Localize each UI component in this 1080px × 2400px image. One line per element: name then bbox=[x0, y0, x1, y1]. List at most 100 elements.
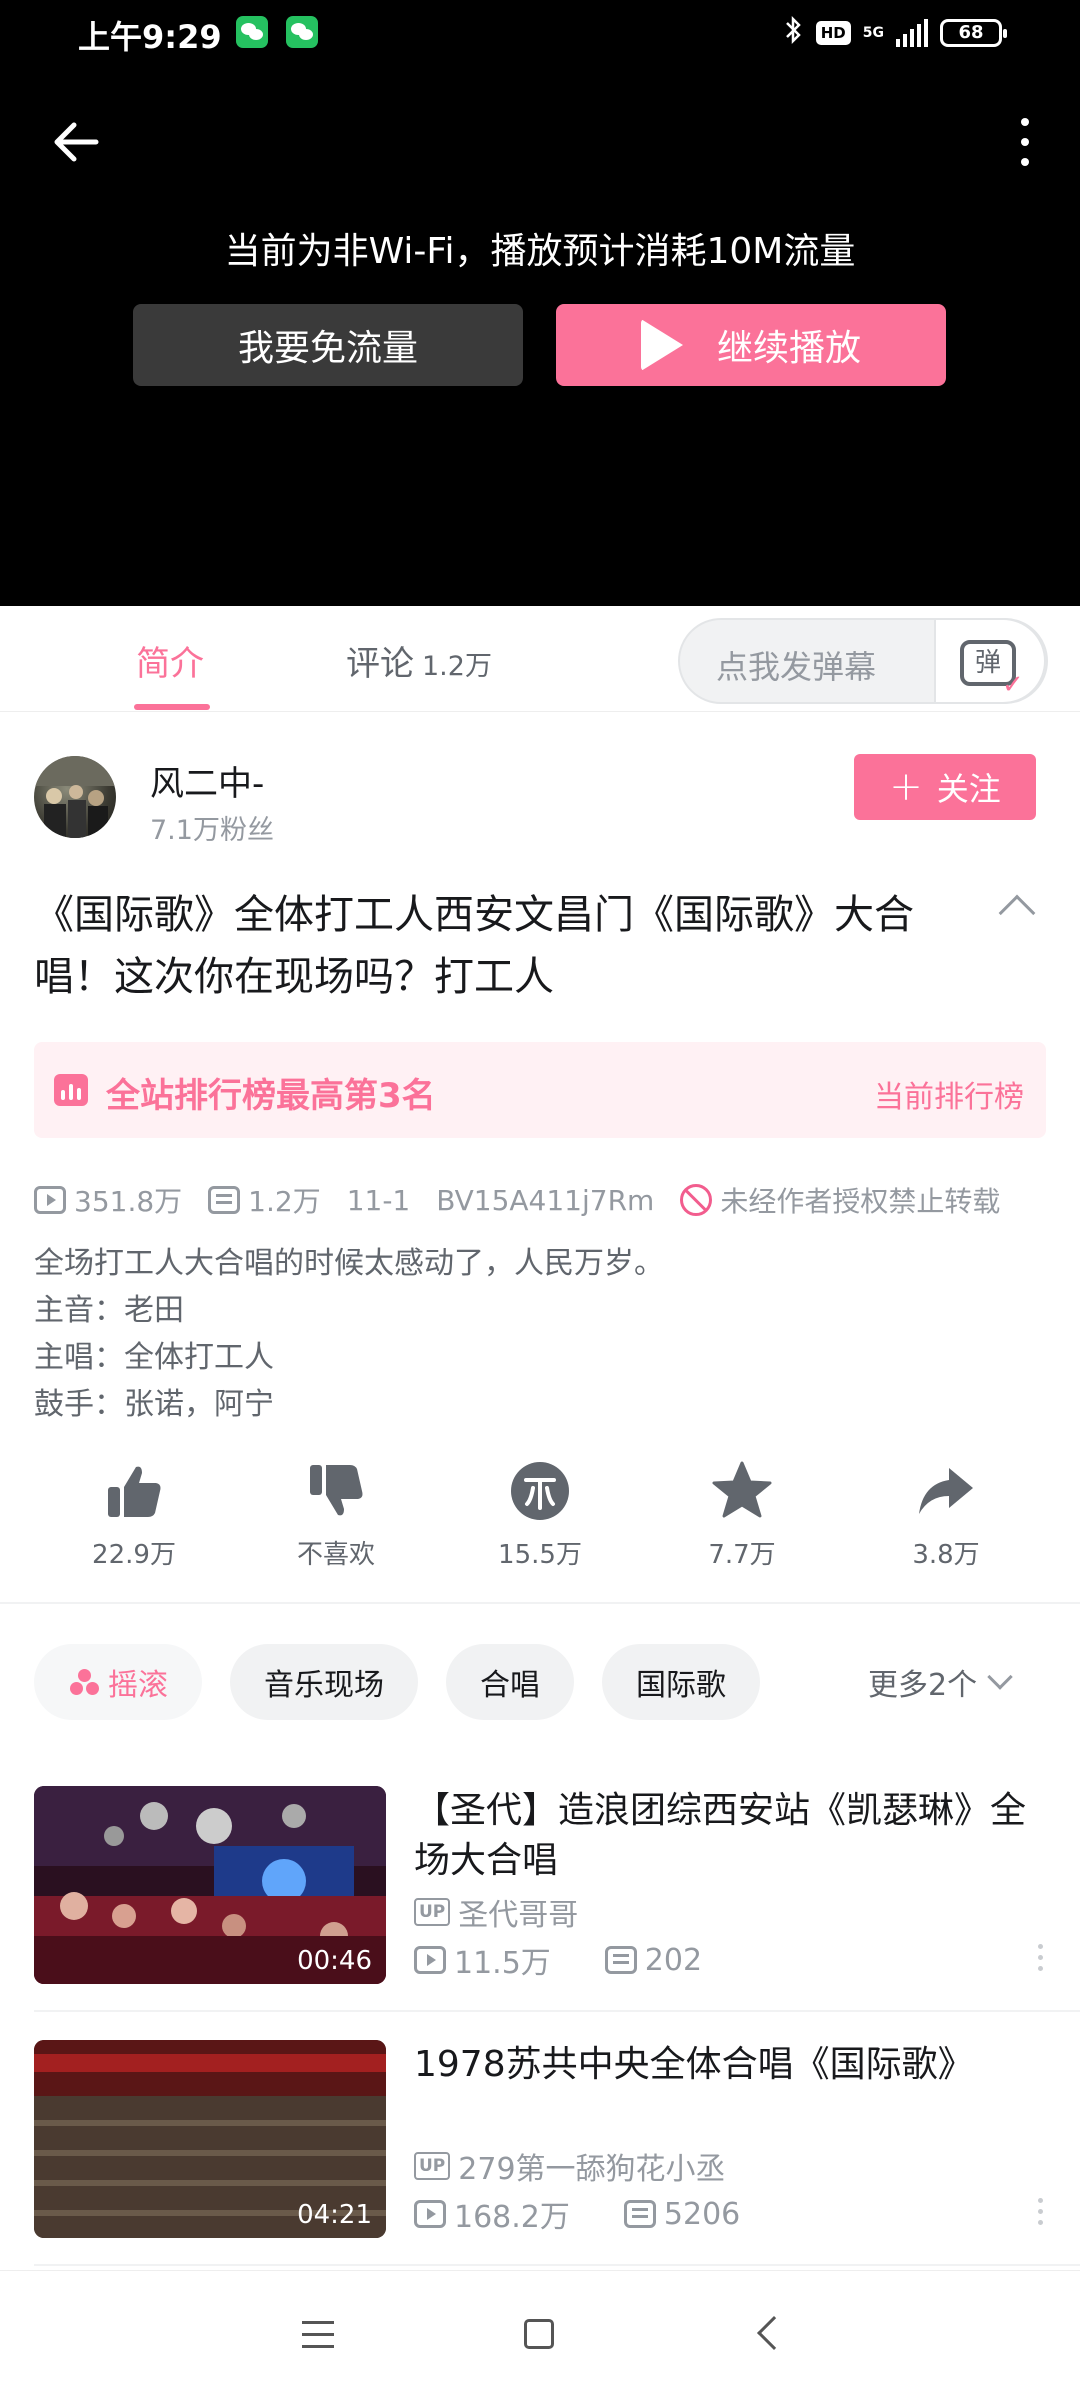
related-video-stats: 168.2万 5206 bbox=[414, 2192, 740, 2236]
danmaku-icon bbox=[623, 2200, 656, 2228]
tab-comments[interactable]: 评论 1.2万 bbox=[346, 636, 492, 685]
description-line: 全场打工人大合唱的时候太感动了，人民万岁。 bbox=[34, 1246, 664, 1281]
video-thumbnail[interactable]: 00:46 bbox=[34, 1786, 386, 1984]
more-menu-icon[interactable] bbox=[1000, 112, 1050, 172]
play-icon bbox=[640, 319, 683, 371]
uploader-name: 圣代哥哥 bbox=[458, 1898, 579, 1933]
views-icon bbox=[414, 1946, 446, 1974]
home-icon[interactable] bbox=[524, 2319, 554, 2349]
description-line: 鼓手：张诺，阿宁 bbox=[34, 1387, 274, 1422]
check-icon: ✓ bbox=[1002, 670, 1024, 700]
share-count: 3.8万 bbox=[912, 1540, 980, 1570]
related-video-uploader: UP 279第一舔狗花小丞 bbox=[414, 2144, 726, 2188]
video-description: 全场打工人大合唱的时候太感动了，人民万岁。 主音：老田 主唱：全体打工人 鼓手：… bbox=[34, 1240, 664, 1428]
more-tags-button[interactable]: 更多2个 bbox=[868, 1660, 1013, 1704]
nav-back-icon[interactable] bbox=[757, 2316, 791, 2350]
thumb-down-icon bbox=[266, 1456, 406, 1526]
item-more-icon[interactable] bbox=[1038, 1944, 1046, 1977]
tab-indicator bbox=[134, 704, 210, 710]
item-more-icon[interactable] bbox=[1038, 2198, 1046, 2231]
views-icon bbox=[414, 2200, 446, 2228]
video-duration: 00:46 bbox=[297, 1946, 372, 1976]
rank-banner[interactable]: 全站排行榜最高第3名 当前排行榜 bbox=[34, 1042, 1046, 1138]
chevron-down-icon bbox=[987, 1664, 1013, 1690]
like-count: 22.9万 bbox=[92, 1540, 176, 1570]
related-views: 168.2万 bbox=[454, 2200, 570, 2235]
uploader-name: 279第一舔狗花小丞 bbox=[458, 2152, 726, 2187]
up-badge-icon: UP bbox=[414, 2152, 451, 2180]
action-bar: 22.9万 不喜欢 15.5万 7.7万 3.8万 bbox=[0, 1456, 1080, 1576]
no-repost-icon bbox=[680, 1184, 713, 1216]
more-tags-label: 更多2个 bbox=[868, 1668, 978, 1703]
related-video-item[interactable]: 00:46 【圣代】造浪团综西安站《凯瑟琳》全场大合唱 UP 圣代哥哥 11.5… bbox=[34, 1786, 1046, 1986]
network-label: 5G bbox=[862, 25, 884, 41]
signal-icon bbox=[896, 19, 928, 47]
author-avatar[interactable] bbox=[34, 756, 116, 838]
like-button[interactable]: 22.9万 bbox=[64, 1456, 204, 1571]
related-video-stats: 11.5万 202 bbox=[414, 1938, 702, 1982]
tag-chip[interactable]: 音乐现场 bbox=[230, 1644, 418, 1720]
danmaku-icon bbox=[208, 1186, 241, 1214]
related-danmaku: 202 bbox=[644, 1942, 703, 1978]
danmaku-count: 1.2万 bbox=[248, 1185, 321, 1218]
coin-button[interactable]: 15.5万 bbox=[470, 1456, 610, 1571]
share-arrow-icon bbox=[876, 1456, 1016, 1526]
continue-play-button[interactable]: 继续播放 bbox=[556, 304, 946, 386]
tab-bar: 简介 评论 1.2万 点我发弹幕 弹 ✓ bbox=[0, 606, 1080, 712]
follow-label: 关注 bbox=[936, 770, 1001, 808]
wechat-icon bbox=[236, 16, 268, 48]
dislike-label: 不喜欢 bbox=[296, 1540, 375, 1570]
related-views: 11.5万 bbox=[454, 1946, 551, 1981]
hot-tag-icon bbox=[68, 1667, 102, 1697]
description-line: 主唱：全体打工人 bbox=[34, 1340, 274, 1375]
current-rank-link[interactable]: 当前排行榜 bbox=[874, 1072, 1024, 1116]
tag-label: 摇滚 bbox=[108, 1668, 168, 1703]
dislike-button[interactable]: 不喜欢 bbox=[266, 1456, 406, 1571]
share-button[interactable]: 3.8万 bbox=[876, 1456, 1016, 1571]
related-video-item[interactable]: 04:21 1978苏共中央全体合唱《国际歌》 UP 279第一舔狗花小丞 16… bbox=[34, 2040, 1046, 2240]
danmu-settings-button[interactable]: 弹 ✓ bbox=[934, 618, 1046, 704]
bluetooth-icon bbox=[784, 15, 804, 52]
hd-badge: HD bbox=[815, 21, 851, 45]
video-player[interactable]: 上午9:29 HD 5G 68 当前为非Wi-Fi，播放预计消耗10M流量 我要… bbox=[0, 0, 1080, 606]
tag-chip[interactable]: 摇滚 bbox=[34, 1644, 202, 1720]
related-video-uploader: UP 圣代哥哥 bbox=[414, 1890, 578, 1934]
list-divider bbox=[34, 2010, 1080, 2012]
views-icon bbox=[34, 1186, 66, 1214]
coin-icon bbox=[470, 1456, 610, 1526]
star-icon bbox=[672, 1456, 812, 1526]
danmu-placeholder: 点我发弹幕 bbox=[716, 648, 877, 686]
tab-intro[interactable]: 简介 bbox=[136, 636, 204, 685]
back-arrow-icon[interactable] bbox=[46, 112, 106, 172]
battery-icon: 68 bbox=[940, 19, 1007, 47]
list-divider bbox=[34, 2264, 1080, 2266]
free-data-button[interactable]: 我要免流量 bbox=[133, 304, 523, 386]
recent-apps-icon[interactable] bbox=[302, 2321, 334, 2357]
favorite-button[interactable]: 7.7万 bbox=[672, 1456, 812, 1571]
description-line: 主音：老田 bbox=[34, 1293, 184, 1328]
publish-date: 11-1 bbox=[346, 1183, 411, 1217]
video-stats: 351.8万 1.2万 11-1 BV15A411j7Rm 未经作者授权禁止转载 bbox=[34, 1180, 1000, 1220]
system-nav-bar bbox=[0, 2270, 1080, 2400]
follow-button[interactable]: + 关注 bbox=[854, 754, 1036, 820]
status-time: 上午9:29 bbox=[78, 18, 222, 56]
related-video-title: 1978苏共中央全体合唱《国际歌》 bbox=[414, 2044, 974, 2085]
status-bar: 上午9:29 HD 5G 68 bbox=[0, 0, 1080, 66]
copyright-notice: 未经作者授权禁止转载 bbox=[720, 1185, 1001, 1218]
bvid: BV15A411j7Rm bbox=[436, 1183, 655, 1217]
video-thumbnail[interactable]: 04:21 bbox=[34, 2040, 386, 2238]
wechat-icon bbox=[286, 16, 318, 48]
tag-chip[interactable]: 国际歌 bbox=[602, 1644, 760, 1720]
thumb-up-icon bbox=[64, 1456, 204, 1526]
continue-play-label: 继续播放 bbox=[716, 328, 861, 369]
author-name[interactable]: 风二中- bbox=[150, 756, 264, 805]
up-badge-icon: UP bbox=[414, 1898, 451, 1926]
plus-icon: + bbox=[889, 764, 923, 810]
video-title: 《国际歌》全体打工人西安文昌门《国际歌》大合唱！这次你在现场吗？打工人 bbox=[34, 892, 914, 1000]
related-danmaku: 5206 bbox=[663, 2196, 741, 2232]
tab-comments-label: 评论 bbox=[346, 644, 414, 684]
tag-chip[interactable]: 合唱 bbox=[446, 1644, 574, 1720]
chevron-up-icon[interactable] bbox=[998, 894, 1036, 932]
video-duration: 04:21 bbox=[297, 2200, 372, 2230]
danmu-input[interactable]: 点我发弹幕 弹 ✓ bbox=[678, 618, 1048, 704]
